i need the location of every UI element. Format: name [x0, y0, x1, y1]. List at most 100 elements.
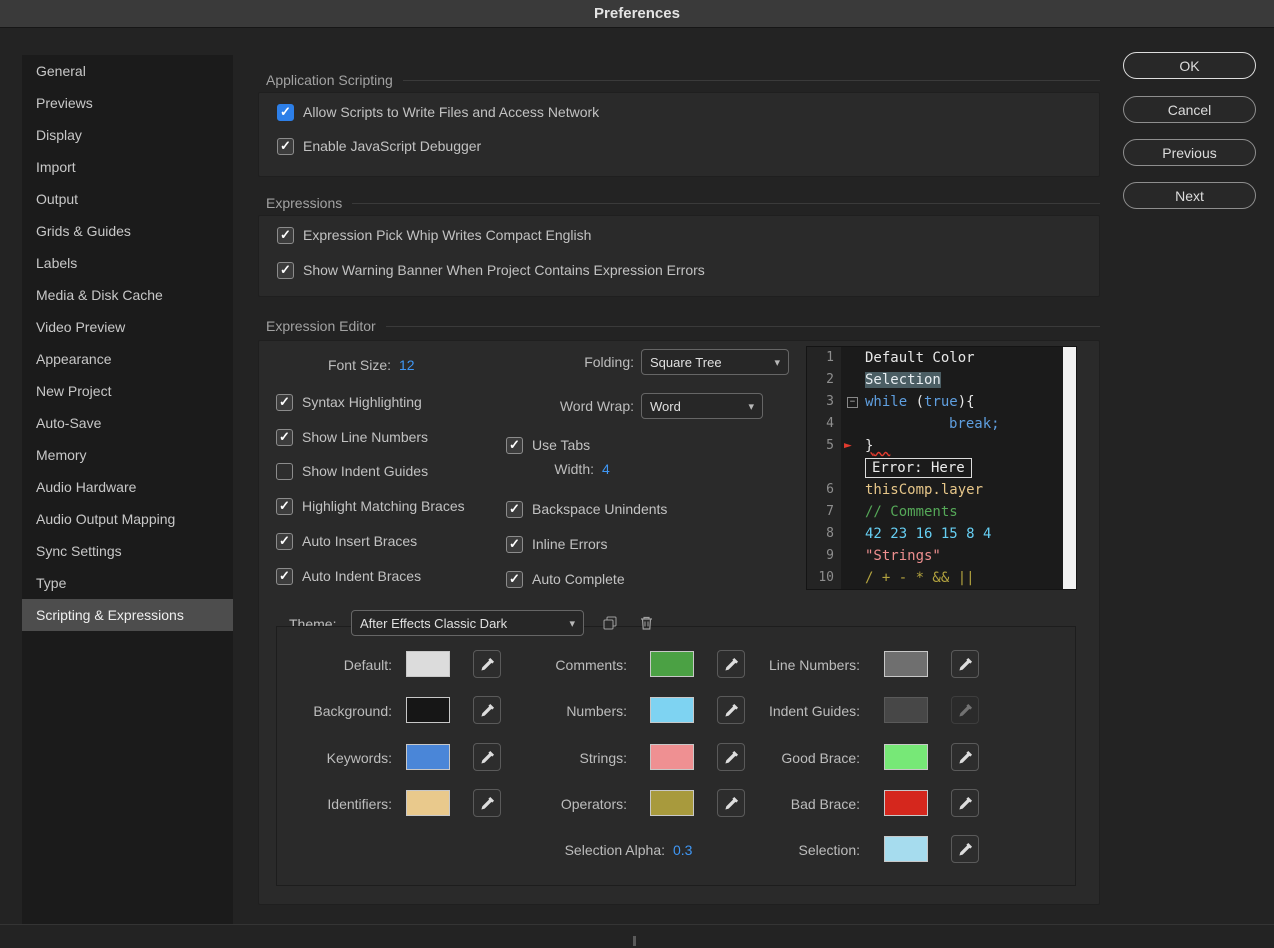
- line-numbers-eyedropper-button[interactable]: [951, 650, 979, 678]
- font-size-value[interactable]: 12: [399, 357, 415, 373]
- checkbox-auto-complete[interactable]: Auto Complete: [506, 568, 625, 590]
- checkbox-label: Auto Complete: [532, 571, 625, 587]
- checkbox-show-line-numbers[interactable]: Show Line Numbers: [276, 426, 428, 448]
- checkbox-enable-js-debugger[interactable]: Enable JavaScript Debugger: [277, 135, 481, 157]
- previous-button[interactable]: Previous: [1123, 139, 1256, 166]
- checkbox-inline-errors[interactable]: Inline Errors: [506, 533, 607, 555]
- folding-dropdown[interactable]: Square Tree ▾: [641, 349, 789, 375]
- sidebar-item-sync-settings[interactable]: Sync Settings: [22, 535, 233, 567]
- checkbox-box: [506, 436, 523, 454]
- checkbox-box: [276, 497, 293, 515]
- category-sidebar: General Previews Display Import Output G…: [22, 55, 233, 925]
- sidebar-item-scripting-expressions[interactable]: Scripting & Expressions: [22, 599, 233, 631]
- delete-theme-button[interactable]: [635, 612, 657, 634]
- code-scrollbar[interactable]: [1063, 347, 1076, 589]
- sidebar-item-previews[interactable]: Previews: [22, 87, 233, 119]
- checkbox-pick-whip-compact-english[interactable]: Expression Pick Whip Writes Compact Engl…: [277, 224, 591, 246]
- checkbox-highlight-matching-braces[interactable]: Highlight Matching Braces: [276, 495, 465, 517]
- sidebar-item-auto-save[interactable]: Auto-Save: [22, 407, 233, 439]
- checkbox-box: [276, 567, 293, 585]
- sidebar-item-media-disk-cache[interactable]: Media & Disk Cache: [22, 279, 233, 311]
- sidebar-item-grids-guides[interactable]: Grids & Guides: [22, 215, 233, 247]
- checkbox-auto-insert-braces[interactable]: Auto Insert Braces: [276, 530, 417, 552]
- width-label: Width:: [554, 461, 594, 477]
- chevron-down-icon: ▾: [748, 400, 754, 413]
- checkbox-box: [506, 500, 523, 518]
- checkbox-backspace-unindents[interactable]: Backspace Unindents: [506, 498, 667, 520]
- error-arrow-icon: ►: [844, 438, 852, 453]
- duplicate-theme-button[interactable]: [599, 612, 621, 634]
- theme-colors-box: Default: Comments: Line Numbers: Backgro…: [276, 626, 1076, 886]
- checkbox-label: Show Indent Guides: [302, 463, 429, 479]
- sidebar-item-display[interactable]: Display: [22, 119, 233, 151]
- folding-label: Folding:: [584, 354, 634, 370]
- line-numbers-color-swatch[interactable]: [884, 651, 928, 677]
- checkbox-box: [277, 261, 294, 279]
- indent-guides-color-swatch[interactable]: [884, 697, 928, 723]
- sidebar-item-type[interactable]: Type: [22, 567, 233, 599]
- eyedropper-icon: [958, 703, 972, 716]
- word-wrap-value: Word: [650, 398, 681, 414]
- expressions-header: Expressions: [266, 195, 1100, 211]
- code-punct: (: [907, 394, 925, 410]
- code-punct: ){: [957, 394, 975, 410]
- selection-eyedropper-button[interactable]: [951, 835, 979, 863]
- checkbox-warning-banner[interactable]: Show Warning Banner When Project Contain…: [277, 259, 705, 281]
- checkbox-auto-indent-braces[interactable]: Auto Indent Braces: [276, 565, 421, 587]
- line-number: 7: [826, 504, 834, 519]
- checkbox-box: [276, 393, 293, 411]
- sidebar-item-import[interactable]: Import: [22, 151, 233, 183]
- chevron-down-icon: ▾: [774, 356, 780, 369]
- code-line-selection: Selection: [865, 372, 941, 388]
- theme-dropdown[interactable]: After Effects Classic Dark ▾: [351, 610, 584, 636]
- sidebar-item-appearance[interactable]: Appearance: [22, 343, 233, 375]
- indent-guides-eyedropper-button[interactable]: [951, 696, 979, 724]
- next-button[interactable]: Next: [1123, 182, 1256, 209]
- checkbox-show-indent-guides[interactable]: Show Indent Guides: [276, 460, 428, 482]
- line-number: 4: [826, 416, 834, 431]
- expression-editor-header: Expression Editor: [266, 318, 1100, 334]
- indent-guides-color-label: Indent Guides:: [768, 703, 860, 719]
- sidebar-item-general[interactable]: General: [22, 55, 233, 87]
- checkbox-use-tabs[interactable]: Use Tabs: [506, 434, 590, 456]
- checkbox-box: [277, 137, 294, 155]
- word-wrap-label: Word Wrap:: [559, 398, 634, 414]
- checkbox-box: [277, 226, 294, 244]
- bad-brace-color-swatch[interactable]: [884, 790, 928, 816]
- checkbox-label: Expression Pick Whip Writes Compact Engl…: [303, 227, 592, 243]
- checkbox-syntax-highlighting[interactable]: Syntax Highlighting: [276, 391, 422, 413]
- checkbox-label: Use Tabs: [532, 437, 591, 453]
- sidebar-item-audio-output-mapping[interactable]: Audio Output Mapping: [22, 503, 233, 535]
- code-preview: 1 Default Color 2 Selection 3 − while (true)…: [806, 346, 1077, 590]
- ok-button[interactable]: OK: [1123, 52, 1256, 79]
- good-brace-color-swatch[interactable]: [884, 744, 928, 770]
- strings-color-label: Strings:: [579, 750, 627, 766]
- window-title: Preferences: [594, 5, 680, 22]
- bad-brace-eyedropper-button[interactable]: [951, 789, 979, 817]
- word-wrap-dropdown[interactable]: Word ▾: [641, 393, 763, 419]
- cancel-button[interactable]: Cancel: [1123, 96, 1256, 123]
- sidebar-item-output[interactable]: Output: [22, 183, 233, 215]
- width-value[interactable]: 4: [602, 461, 610, 477]
- preferences-window: Preferences General Previews Display Imp…: [0, 0, 1274, 948]
- resize-handle[interactable]: [633, 936, 636, 946]
- checkbox-allow-scripts[interactable]: Allow Scripts to Write Files and Access …: [277, 101, 599, 123]
- chevron-down-icon: ▾: [569, 617, 575, 630]
- good-brace-eyedropper-button[interactable]: [951, 743, 979, 771]
- eyedropper-icon: [958, 750, 972, 763]
- sidebar-item-audio-hardware[interactable]: Audio Hardware: [22, 471, 233, 503]
- background-color-label: Background:: [313, 703, 392, 719]
- line-number: 3: [826, 394, 834, 409]
- selection-alpha-label: Selection Alpha:: [564, 842, 665, 858]
- sidebar-item-memory[interactable]: Memory: [22, 439, 233, 471]
- sidebar-item-new-project[interactable]: New Project: [22, 375, 233, 407]
- comments-color-label: Comments:: [555, 657, 627, 673]
- keywords-color-label: Keywords:: [326, 750, 392, 766]
- expressions-title: Expressions: [266, 195, 343, 211]
- sidebar-item-labels[interactable]: Labels: [22, 247, 233, 279]
- checkbox-label: Allow Scripts to Write Files and Access …: [303, 104, 600, 120]
- line-numbers-color-label: Line Numbers:: [768, 657, 860, 673]
- sidebar-item-video-preview[interactable]: Video Preview: [22, 311, 233, 343]
- selection-color-swatch[interactable]: [884, 836, 928, 862]
- bad-brace-color-label: Bad Brace:: [790, 796, 860, 812]
